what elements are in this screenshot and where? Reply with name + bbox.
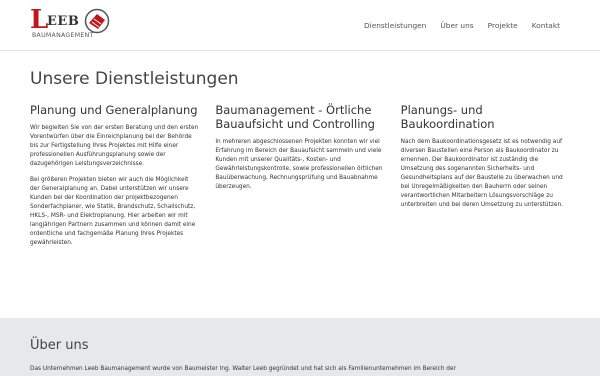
main-nav: Dienstleistungen Über uns Projekte Konta… (364, 0, 560, 50)
nav-kontakt[interactable]: Kontakt (532, 21, 560, 30)
about-section: Über uns Das Unternehmen Leeb Baumanagem… (0, 318, 600, 376)
nav-projekte[interactable]: Projekte (488, 21, 518, 30)
about-text: Das Unternehmen Leeb Baumanagement wurde… (30, 366, 456, 372)
navbar: L EEB BAUMANAGEMENT Dienstleistungen Übe… (0, 0, 600, 51)
service-paragraph: Bei größeren Projekten bieten wir auch d… (30, 177, 196, 246)
services-columns: Planung und Generalplanung Wir begleiten… (30, 103, 570, 255)
service-heading: Planung und Generalplanung (30, 103, 198, 117)
services-section: Unsere Dienstleistungen Planung und Gene… (0, 51, 600, 318)
about-title: Über uns (30, 338, 89, 353)
service-baumanagement: Baumanagement - Örtliche Bauaufsicht und… (215, 103, 384, 255)
brand-logo[interactable]: L EEB BAUMANAGEMENT (30, 6, 110, 44)
brand-name: EEB (47, 14, 80, 29)
nav-dienstleistungen[interactable]: Dienstleistungen (364, 21, 426, 30)
brand-initial: L (30, 5, 49, 35)
nav-ueber-uns[interactable]: Über uns (440, 21, 473, 30)
service-heading: Planungs- und Baukoordination (400, 103, 495, 131)
service-heading: Baumanagement - Örtliche Bauaufsicht und… (215, 103, 375, 131)
service-paragraph: Nach dem Baukoordinationsgesetz ist es n… (400, 139, 564, 208)
service-paragraph: In mehreren abgeschlossenen Projekten ko… (215, 139, 383, 190)
service-paragraph: Wir begleiten Sie von der ersten Beratun… (30, 125, 199, 167)
services-title: Unsere Dienstleistungen (30, 69, 239, 89)
service-baukoordination: Planungs- und Baukoordination Nach dem B… (401, 103, 570, 255)
roof-emblem-icon (84, 8, 110, 34)
service-planung: Planung und Generalplanung Wir begleiten… (30, 103, 199, 255)
